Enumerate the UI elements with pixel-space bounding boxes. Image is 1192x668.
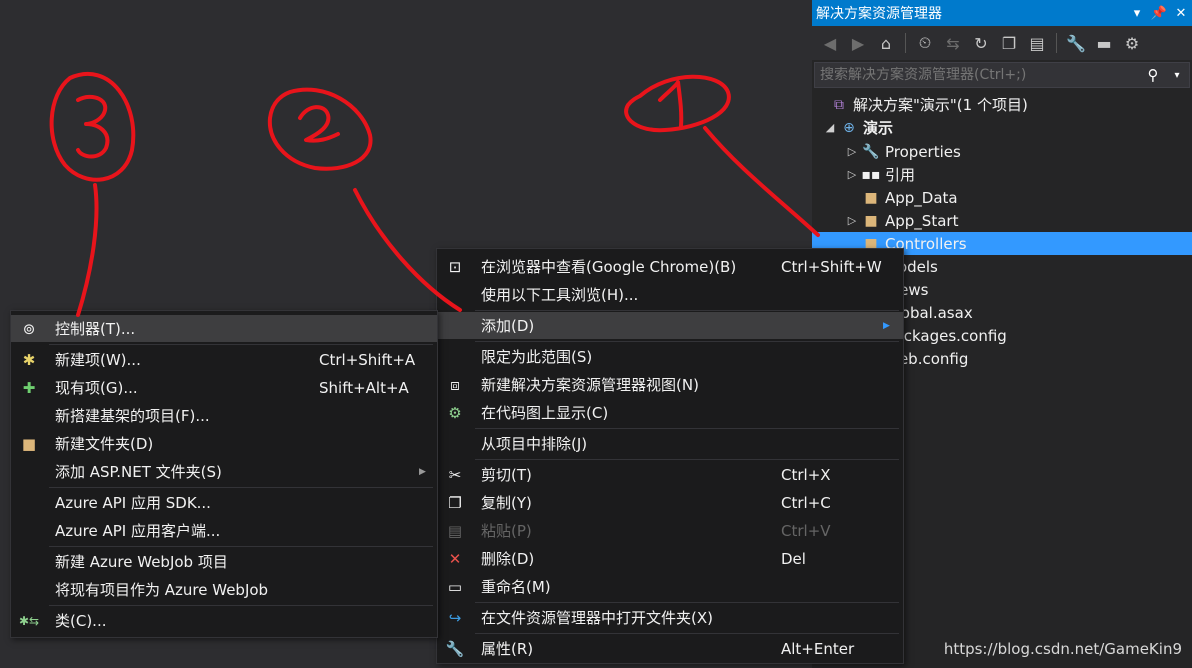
annotation-digit-1 bbox=[658, 80, 684, 128]
annotation-digit-2 bbox=[298, 105, 340, 143]
annotation-line-3 bbox=[76, 183, 99, 317]
annotation-line-2 bbox=[353, 188, 462, 312]
red-annotations bbox=[49, 71, 820, 317]
annotation-circle-3 bbox=[49, 71, 136, 182]
annotation-digit-3 bbox=[76, 94, 110, 159]
annotation-line-1 bbox=[703, 126, 820, 237]
watermark: https://blog.csdn.net/GameKin9 bbox=[943, 640, 1182, 658]
